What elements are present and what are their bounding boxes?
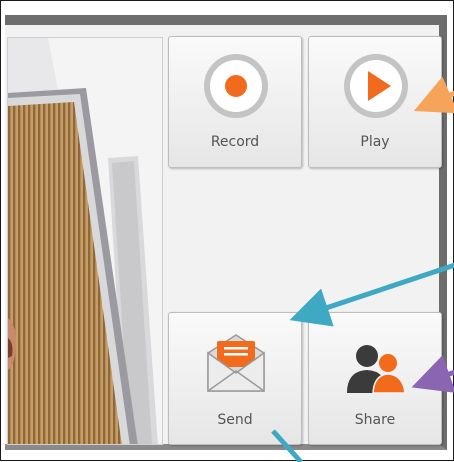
annotation-arrows — [271, 76, 454, 462]
annotation-arrow-teal-bottom — [271, 429, 303, 462]
annotation-arrow-purple — [411, 355, 454, 393]
annotation-arrow-orange — [413, 76, 454, 114]
annotation-arrow-teal — [289, 262, 454, 327]
screenshot-frame: Record Play Send Share — [0, 0, 454, 462]
